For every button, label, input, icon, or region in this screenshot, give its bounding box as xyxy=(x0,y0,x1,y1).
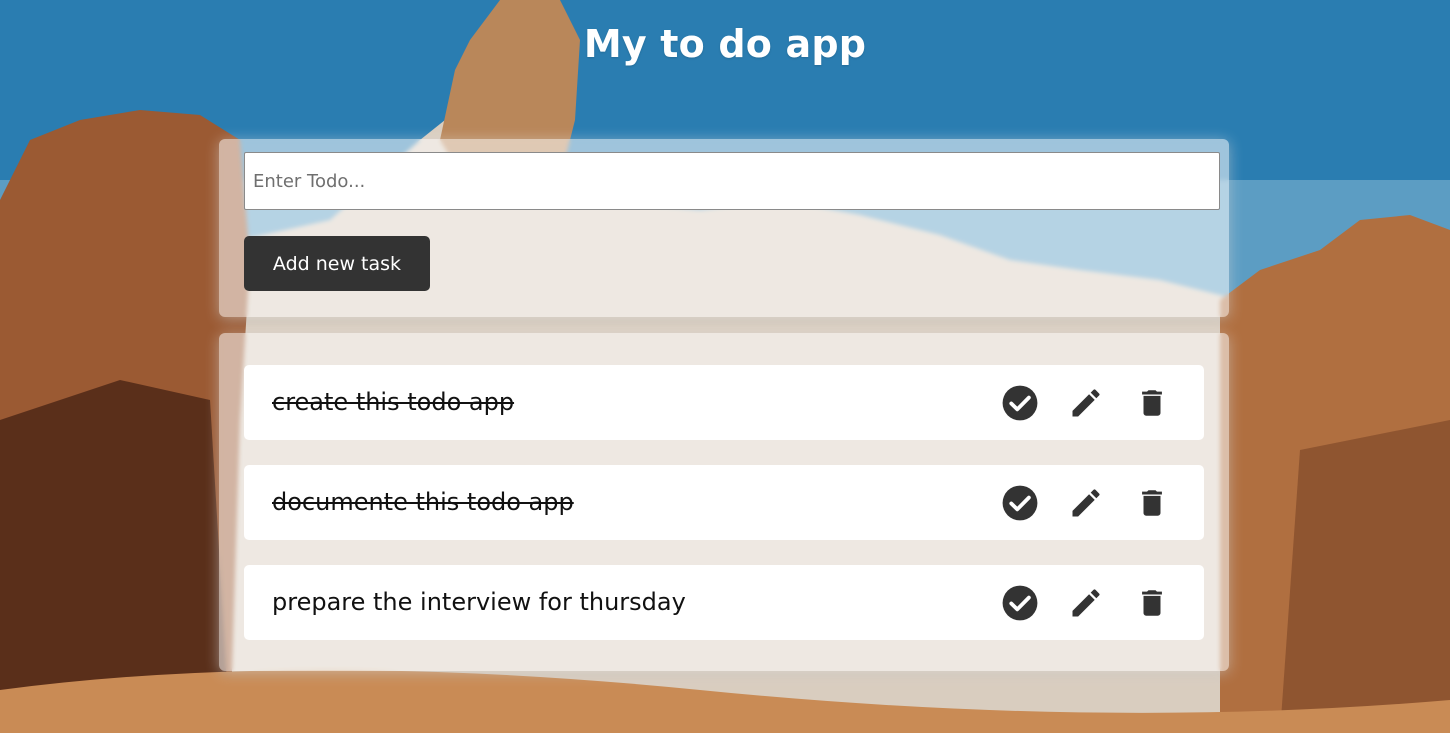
trash-icon[interactable] xyxy=(1132,483,1172,523)
pencil-icon[interactable] xyxy=(1066,383,1106,423)
todo-item: documente this todo app xyxy=(244,465,1204,540)
todo-input[interactable] xyxy=(244,152,1220,210)
todo-item: prepare the interview for thursday xyxy=(244,565,1204,640)
todo-text: documente this todo app xyxy=(272,488,574,516)
check-circle-icon[interactable] xyxy=(1000,383,1040,423)
add-todo-panel: Add new task xyxy=(219,139,1229,317)
todo-item: create this todo app xyxy=(244,365,1204,440)
check-circle-icon[interactable] xyxy=(1000,483,1040,523)
todo-text: create this todo app xyxy=(272,388,515,416)
check-circle-icon[interactable] xyxy=(1000,583,1040,623)
page-title: My to do app xyxy=(583,22,867,66)
todo-text: prepare the interview for thursday xyxy=(272,588,686,616)
todo-list-panel: create this todo app documente this todo… xyxy=(219,333,1229,671)
pencil-icon[interactable] xyxy=(1066,583,1106,623)
add-task-button[interactable]: Add new task xyxy=(244,236,430,291)
pencil-icon[interactable] xyxy=(1066,483,1106,523)
trash-icon[interactable] xyxy=(1132,583,1172,623)
trash-icon[interactable] xyxy=(1132,383,1172,423)
